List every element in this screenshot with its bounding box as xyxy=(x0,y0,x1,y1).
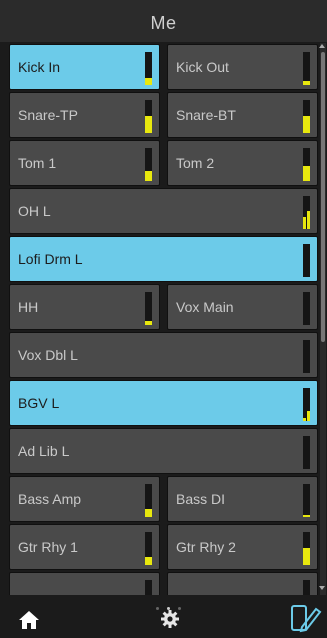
channel-grid: Kick In Kick Out Snare-TP Snare-BT Tom 1 Tom … xyxy=(9,42,318,595)
level-meter-fill xyxy=(145,509,152,517)
level-meter-fill xyxy=(145,116,152,133)
channel-tile[interactable]: Kick In xyxy=(9,44,160,90)
scrollbar-thumb[interactable] xyxy=(321,52,325,342)
channel-label: Ad Lib L xyxy=(18,443,70,459)
channel-label: Vox Dbl L xyxy=(18,347,78,363)
channel-label: Tom 1 xyxy=(18,155,57,171)
level-meter xyxy=(145,532,152,565)
channel-tile[interactable]: Vox Main xyxy=(167,284,318,330)
channel-label: Gtr Rhy 1 xyxy=(18,539,78,555)
channel-tile[interactable] xyxy=(9,572,160,595)
level-meter xyxy=(303,148,310,181)
channel-label: Tom 2 xyxy=(176,155,215,171)
channel-tile[interactable]: Ad Lib L xyxy=(9,428,318,474)
channel-label: Lofi Drm L xyxy=(18,251,83,267)
level-meter xyxy=(145,580,152,595)
level-meter-fill xyxy=(303,166,310,181)
level-meter xyxy=(303,292,310,325)
level-meter xyxy=(303,580,310,595)
channel-label: HH xyxy=(18,299,39,315)
level-meter-fill xyxy=(303,515,310,517)
channel-tile[interactable]: Gtr Rhy 2 xyxy=(167,524,318,570)
channel-tile[interactable]: Bass Amp xyxy=(9,476,160,522)
channel-tile[interactable] xyxy=(167,572,318,595)
channel-tile[interactable]: OH L xyxy=(9,188,318,234)
level-meter-fill xyxy=(303,217,306,229)
level-meter-fill xyxy=(145,557,152,565)
level-meter xyxy=(303,388,310,421)
channel-tile[interactable]: BGV L xyxy=(9,380,318,426)
channel-tile[interactable]: Gtr Rhy 1 xyxy=(9,524,160,570)
level-meter xyxy=(145,148,152,181)
level-meter-fill xyxy=(145,171,152,181)
level-meter xyxy=(145,52,152,85)
gear-icon[interactable] xyxy=(160,609,180,634)
channel-tile[interactable]: Lofi Drm L xyxy=(9,236,318,282)
channel-tile[interactable]: Tom 2 xyxy=(167,140,318,186)
level-meter-fill xyxy=(303,418,306,421)
channel-label: OH L xyxy=(18,203,51,219)
level-meter-fill xyxy=(307,211,310,229)
level-meter xyxy=(303,52,310,85)
level-meter xyxy=(303,532,310,565)
device-edit-icon[interactable] xyxy=(289,603,323,638)
channel-tile[interactable]: Tom 1 xyxy=(9,140,160,186)
page-dot[interactable] xyxy=(156,607,159,610)
channel-label: Bass Amp xyxy=(18,491,82,507)
channel-tile[interactable]: Bass DI xyxy=(167,476,318,522)
channel-tile[interactable]: Snare-BT xyxy=(167,92,318,138)
channel-label: Snare-BT xyxy=(176,107,236,123)
level-meter-fill xyxy=(303,548,310,565)
home-icon[interactable] xyxy=(18,610,40,635)
channel-tile[interactable]: Vox Dbl L xyxy=(9,332,318,378)
level-meter-fill xyxy=(145,321,152,325)
level-meter-fill xyxy=(307,411,310,421)
scroll-down-arrow-icon[interactable] xyxy=(319,586,325,590)
level-meter-fill xyxy=(303,116,310,133)
scroll-up-arrow-icon[interactable] xyxy=(319,44,325,48)
level-meter xyxy=(303,436,310,469)
channel-tile[interactable]: Kick Out xyxy=(167,44,318,90)
level-meter xyxy=(303,340,310,373)
channel-tile[interactable]: HH xyxy=(9,284,160,330)
channel-label: Kick Out xyxy=(176,59,229,75)
level-meter xyxy=(303,244,310,277)
channel-label: Bass DI xyxy=(176,491,226,507)
level-meter xyxy=(145,292,152,325)
channel-label: Kick In xyxy=(18,59,61,75)
channel-label: Vox Main xyxy=(176,299,234,315)
level-meter xyxy=(303,100,310,133)
level-meter xyxy=(303,484,310,517)
channel-tile[interactable]: Snare-TP xyxy=(9,92,160,138)
channel-label: Snare-TP xyxy=(18,107,78,123)
level-meter-fill xyxy=(145,78,152,85)
level-meter xyxy=(145,484,152,517)
level-meter-fill xyxy=(303,81,310,85)
level-meter xyxy=(145,100,152,133)
channel-label: Gtr Rhy 2 xyxy=(176,539,236,555)
channel-label: BGV L xyxy=(18,395,60,411)
page-title: Me xyxy=(150,13,177,33)
level-meter xyxy=(303,196,310,229)
